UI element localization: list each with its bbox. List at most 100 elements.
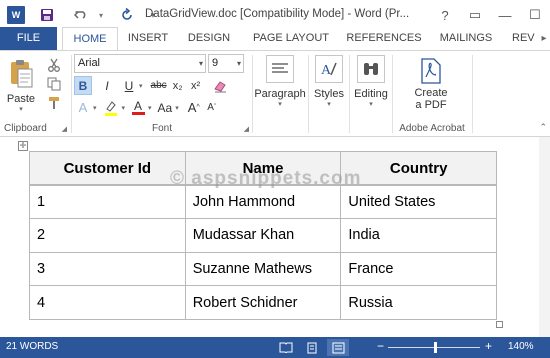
font-color-button[interactable]: A xyxy=(129,98,147,117)
grow-font-button[interactable]: A ^ xyxy=(185,98,203,117)
tab-scroll-right-icon[interactable]: ▸ xyxy=(538,28,550,49)
document-area[interactable]: ✛ Customer Id Name Country 1 John Hammon… xyxy=(0,137,550,337)
editing-button[interactable]: Editing ▾ xyxy=(351,55,391,108)
grow-arrow-icon: ^ xyxy=(196,104,200,111)
minimize-button[interactable]: — xyxy=(490,0,520,30)
header-country[interactable]: Country xyxy=(340,151,497,187)
clipboard-launcher-icon[interactable]: ◢ xyxy=(62,125,67,133)
subscript-button[interactable]: x₂ xyxy=(169,76,187,95)
font-launcher-icon[interactable]: ◢ xyxy=(244,125,249,133)
watermark: © aspsnippets.com xyxy=(170,168,362,189)
change-case-button[interactable]: Aa xyxy=(156,98,175,117)
strikethrough-button[interactable]: abc xyxy=(149,76,169,95)
text-effects-icon[interactable]: A xyxy=(74,98,92,117)
superscript-button[interactable]: x² xyxy=(187,76,205,95)
paste-button[interactable]: Paste ▾ xyxy=(4,57,38,113)
read-mode-icon[interactable] xyxy=(275,339,297,356)
bold-button[interactable]: B xyxy=(74,76,92,95)
cell-customer-id[interactable]: 1 xyxy=(29,184,186,220)
separator xyxy=(349,55,350,133)
cut-icon[interactable] xyxy=(46,57,62,73)
tab-page-layout[interactable]: PAGE LAYOUT xyxy=(250,27,332,50)
redo-refresh-icon[interactable] xyxy=(117,4,137,26)
underline-button[interactable]: U xyxy=(120,76,138,95)
editing-dropdown-icon: ▾ xyxy=(369,101,373,108)
table-row: 3 Suzanne Mathews France xyxy=(29,251,497,287)
undo-icon[interactable] xyxy=(71,4,91,26)
create-pdf-label-2: a PDF xyxy=(415,99,447,111)
header-customer-id[interactable]: Customer Id xyxy=(29,151,186,187)
tab-references[interactable]: REFERENCES xyxy=(346,27,422,50)
cell-customer-id[interactable]: 3 xyxy=(29,251,186,287)
table-move-handle-icon[interactable]: ✛ xyxy=(18,141,28,151)
tab-file[interactable]: FILE xyxy=(0,27,57,50)
format-painter-icon[interactable] xyxy=(46,95,62,111)
web-layout-icon[interactable] xyxy=(327,339,349,356)
table-resize-handle[interactable] xyxy=(496,321,503,328)
font-group: Arial ▾ 9 ▾ B I U ▾ abc x₂ x² A ▾ ▾ A ▾ … xyxy=(72,51,252,136)
paste-label: Paste xyxy=(6,93,36,105)
separator xyxy=(472,55,473,133)
font-size-combo[interactable]: 9 ▾ xyxy=(208,54,244,73)
shrink-font-letter: A xyxy=(207,102,214,113)
window-controls: ? ▭ — ☐ xyxy=(430,0,550,30)
table-row: 4 Robert Schidner Russia xyxy=(29,285,497,320)
table-row: 1 John Hammond United States xyxy=(29,184,497,220)
window-title: DataGridView.doc [Compatibility Mode] - … xyxy=(145,8,410,20)
undo-dropdown-icon[interactable]: ▾ xyxy=(91,4,111,26)
cell-customer-id[interactable]: 4 xyxy=(29,285,186,320)
zoom-percent[interactable]: 140% xyxy=(508,341,534,352)
cell-country[interactable]: India xyxy=(340,218,497,253)
shrink-font-button[interactable]: Aˇ xyxy=(203,98,221,117)
tab-home[interactable]: HOME xyxy=(62,27,118,51)
cell-name[interactable]: Mudassar Khan xyxy=(184,218,342,253)
chevron-down-icon: ▾ xyxy=(198,59,203,68)
copy-icon[interactable] xyxy=(46,76,62,92)
cell-name[interactable]: John Hammond xyxy=(184,184,342,220)
font-color-dropdown-icon[interactable]: ▾ xyxy=(148,104,152,112)
maximize-button[interactable]: ☐ xyxy=(520,0,550,30)
text-effects-dropdown-icon[interactable]: ▾ xyxy=(93,104,97,112)
cell-customer-id[interactable]: 2 xyxy=(29,218,186,253)
tab-design[interactable]: DESIGN xyxy=(182,27,236,50)
zoom-slider-thumb[interactable] xyxy=(434,342,437,353)
cell-country[interactable]: France xyxy=(340,251,497,287)
ribbon-display-options-button[interactable]: ▭ xyxy=(460,0,490,30)
save-icon[interactable] xyxy=(37,4,57,26)
clipboard-small-buttons xyxy=(46,57,62,111)
paragraph-button[interactable]: Paragraph ▾ xyxy=(254,55,306,108)
highlight-color-icon[interactable] xyxy=(101,98,121,117)
zoom-in-button[interactable]: + xyxy=(485,339,492,353)
vertical-scrollbar[interactable] xyxy=(539,137,550,337)
styles-button[interactable]: A Styles ▾ xyxy=(310,55,348,108)
zoom-out-button[interactable]: − xyxy=(377,339,384,353)
paste-dropdown-icon: ▾ xyxy=(19,106,23,113)
tab-insert[interactable]: INSERT xyxy=(122,27,174,50)
cell-name[interactable]: Suzanne Mathews xyxy=(184,251,342,287)
cell-name[interactable]: Robert Schidner xyxy=(184,285,342,320)
change-case-dropdown-icon[interactable]: ▾ xyxy=(175,104,179,112)
font-color-letter: A xyxy=(134,98,143,113)
styles-icon: A xyxy=(315,55,343,83)
clipboard-group: Paste ▾ Clipboard ◢ xyxy=(0,51,70,136)
cell-country[interactable]: United States xyxy=(340,184,497,220)
highlight-dropdown-icon[interactable]: ▾ xyxy=(122,104,126,112)
separator xyxy=(252,55,253,133)
table-row: 2 Mudassar Khan India xyxy=(29,218,497,253)
clear-formatting-icon[interactable] xyxy=(211,76,229,95)
help-button[interactable]: ? xyxy=(430,0,460,30)
chevron-down-icon: ▾ xyxy=(236,59,241,68)
ribbon-tabs: FILE HOME INSERT DESIGN PAGE LAYOUT REFE… xyxy=(0,27,550,51)
ribbon-home: Paste ▾ Clipboard ◢ Arial ▾ 9 ▾ B I U ▾ … xyxy=(0,50,550,137)
tab-mailings[interactable]: MAILINGS xyxy=(436,27,496,50)
collapse-ribbon-icon[interactable]: ⌃ xyxy=(539,122,547,133)
word-count[interactable]: 21 WORDS xyxy=(6,341,58,352)
create-pdf-button[interactable]: Create a PDF xyxy=(403,57,459,111)
editing-label: Editing xyxy=(354,88,388,100)
cell-country[interactable]: Russia xyxy=(340,285,497,320)
word-app-icon[interactable]: W xyxy=(7,6,25,24)
underline-dropdown-icon[interactable]: ▾ xyxy=(139,82,143,90)
italic-button[interactable]: I xyxy=(98,76,116,95)
font-name-combo[interactable]: Arial ▾ xyxy=(74,54,206,73)
print-layout-icon[interactable] xyxy=(301,339,323,356)
